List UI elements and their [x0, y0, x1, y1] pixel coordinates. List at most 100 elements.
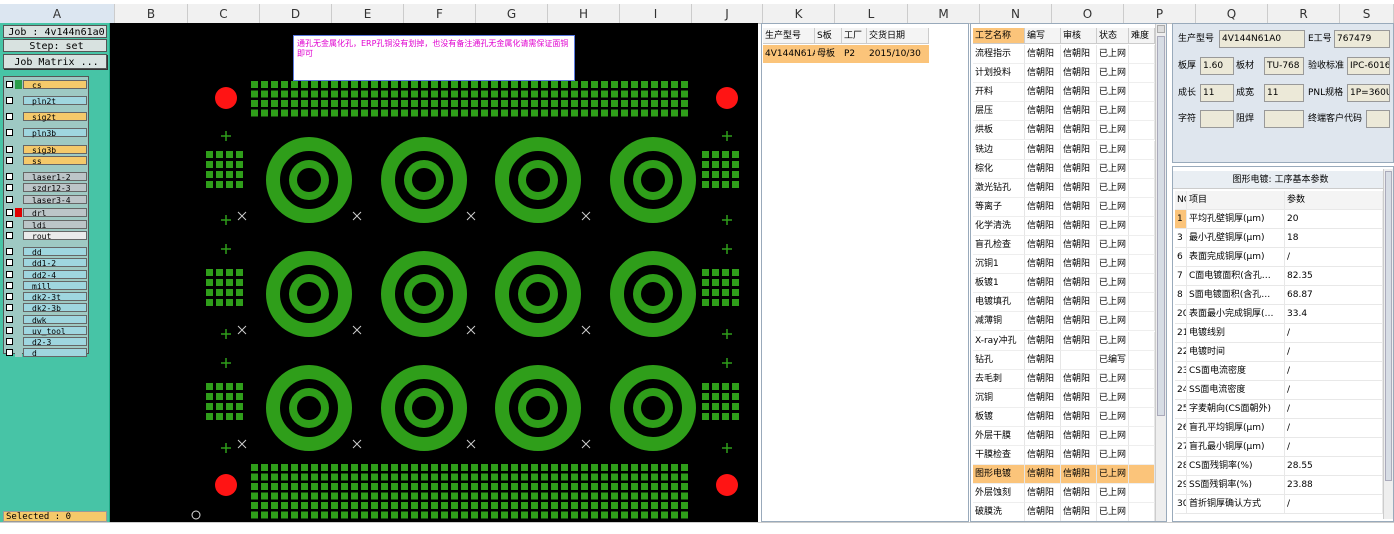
- layer-row[interactable]: dd: [5, 247, 88, 257]
- process-reviewer-cell[interactable]: 信朝阳: [1061, 407, 1097, 427]
- process-status-cell[interactable]: 已上网: [1097, 140, 1129, 160]
- process-reviewer-cell[interactable]: 信朝阳: [1061, 388, 1097, 408]
- column-header-q[interactable]: Q: [1196, 4, 1268, 24]
- param-no-cell[interactable]: 22: [1175, 343, 1187, 362]
- layer-row[interactable]: d: [5, 348, 88, 358]
- process-status-cell[interactable]: 已上网: [1097, 83, 1129, 103]
- param-value-cell[interactable]: /: [1285, 400, 1383, 419]
- column-header-g[interactable]: G: [476, 4, 548, 24]
- process-reviewer-cell[interactable]: 信朝阳: [1061, 140, 1097, 160]
- process-name-cell[interactable]: 板镀: [973, 407, 1025, 427]
- process-name-cell[interactable]: 图形电镀: [973, 465, 1025, 485]
- process-name-cell[interactable]: 计划投料: [973, 64, 1025, 84]
- process-difficulty-cell[interactable]: [1129, 446, 1155, 466]
- process-name-cell[interactable]: 外层干膜: [973, 427, 1025, 446]
- order-cell-date[interactable]: 2015/10/30: [867, 45, 929, 63]
- param-no-cell[interactable]: 8: [1175, 286, 1187, 305]
- layer-checkbox[interactable]: [6, 349, 13, 357]
- info-material-field[interactable]: TU-768: [1264, 57, 1304, 75]
- scroll-thumb[interactable]: [1157, 36, 1165, 416]
- order-cell-model[interactable]: 4V144N61A0: [763, 45, 824, 63]
- param-value-cell[interactable]: /: [1285, 248, 1383, 267]
- process-status-cell[interactable]: 已上网: [1097, 178, 1129, 198]
- process-name-cell[interactable]: 破膜洗: [973, 503, 1025, 521]
- layer-checkbox[interactable]: [6, 173, 13, 180]
- param-item-cell[interactable]: 最小孔壁铜厚(μm): [1187, 229, 1285, 248]
- param-no-cell[interactable]: 30: [1175, 495, 1187, 514]
- process-writer-cell[interactable]: 信朝阳: [1025, 216, 1061, 236]
- process-writer-cell[interactable]: 信朝阳: [1025, 407, 1061, 427]
- layer-checkbox[interactable]: [6, 270, 13, 278]
- layer-checkbox[interactable]: [6, 129, 13, 137]
- process-name-cell[interactable]: 化学清洗: [973, 216, 1025, 236]
- param-value-cell[interactable]: /: [1285, 362, 1383, 381]
- layer-row[interactable]: d2-3: [5, 337, 88, 347]
- param-no-cell[interactable]: 29: [1175, 476, 1187, 495]
- param-value-cell[interactable]: 20: [1285, 210, 1383, 229]
- process-difficulty-cell[interactable]: [1129, 102, 1155, 122]
- layer-checkbox[interactable]: [6, 184, 13, 192]
- process-difficulty-cell[interactable]: [1129, 197, 1155, 217]
- process-difficulty-cell[interactable]: [1129, 427, 1155, 446]
- params-scroll-thumb[interactable]: [1385, 171, 1392, 481]
- process-header-name[interactable]: 工艺名称: [973, 28, 1025, 44]
- column-header-o[interactable]: O: [1052, 4, 1124, 24]
- param-item-cell[interactable]: 表面完成铜厚(μm): [1187, 248, 1285, 267]
- column-header-f[interactable]: F: [404, 4, 476, 24]
- info-pnl-field[interactable]: 1P=360U: [1347, 84, 1390, 102]
- param-no-cell[interactable]: 24: [1175, 381, 1187, 400]
- layer-checkbox[interactable]: [6, 113, 13, 120]
- param-item-cell[interactable]: S面电镀面积(含孔…: [1187, 286, 1285, 305]
- process-difficulty-cell[interactable]: [1129, 45, 1155, 64]
- layer-row[interactable]: laser1-2: [5, 172, 88, 182]
- column-header-e[interactable]: E: [332, 4, 404, 24]
- process-status-cell[interactable]: 已上网: [1097, 274, 1129, 294]
- params-header-item[interactable]: 项目: [1187, 191, 1285, 210]
- process-difficulty-cell[interactable]: [1129, 140, 1155, 160]
- layer-row[interactable]: dk2-3b: [5, 303, 88, 313]
- process-scrollbar[interactable]: [1155, 24, 1166, 521]
- process-status-cell[interactable]: 已编写: [1097, 350, 1129, 370]
- process-difficulty-cell[interactable]: [1129, 255, 1155, 275]
- process-difficulty-cell[interactable]: [1129, 407, 1155, 427]
- process-reviewer-cell[interactable]: 信朝阳: [1061, 446, 1097, 466]
- process-name-cell[interactable]: 钻孔: [973, 350, 1025, 370]
- process-status-cell[interactable]: 已上网: [1097, 407, 1129, 427]
- process-writer-cell[interactable]: 信朝阳: [1025, 484, 1061, 504]
- process-header-reviewer[interactable]: 审核: [1061, 28, 1097, 44]
- process-writer-cell[interactable]: 信朝阳: [1025, 255, 1061, 275]
- layer-row[interactable]: pln3b: [5, 128, 88, 138]
- info-standard-field[interactable]: IPC-6016: [1347, 57, 1390, 75]
- layer-checkbox[interactable]: [6, 220, 13, 228]
- process-difficulty-cell[interactable]: [1129, 331, 1155, 351]
- layer-row[interactable]: sig2t: [5, 112, 88, 122]
- process-writer-cell[interactable]: 信朝阳: [1025, 102, 1061, 122]
- process-difficulty-cell[interactable]: [1129, 465, 1155, 485]
- process-writer-cell[interactable]: 信朝阳: [1025, 64, 1061, 84]
- process-reviewer-cell[interactable]: 信朝阳: [1061, 236, 1097, 255]
- param-value-cell[interactable]: /: [1285, 324, 1383, 343]
- column-header-a[interactable]: A: [0, 4, 115, 24]
- order-header-date[interactable]: 交货日期: [867, 28, 929, 44]
- info-model-field[interactable]: 4V144N61A0: [1219, 30, 1305, 48]
- column-header-c[interactable]: C: [188, 4, 260, 24]
- layer-row[interactable]: dd1-2: [5, 258, 88, 268]
- column-header-k[interactable]: K: [763, 4, 835, 24]
- process-name-cell[interactable]: 棕化: [973, 159, 1025, 179]
- layer-checkbox[interactable]: [6, 281, 13, 289]
- layer-row[interactable]: pln2t: [5, 95, 88, 106]
- layer-checkbox[interactable]: [6, 96, 13, 104]
- process-difficulty-cell[interactable]: [1129, 312, 1155, 332]
- process-status-cell[interactable]: 已上网: [1097, 388, 1129, 408]
- process-status-cell[interactable]: 已上网: [1097, 255, 1129, 275]
- process-reviewer-cell[interactable]: 信朝阳: [1061, 197, 1097, 217]
- process-writer-cell[interactable]: 信朝阳: [1025, 121, 1061, 141]
- process-difficulty-cell[interactable]: [1129, 503, 1155, 521]
- process-reviewer-cell[interactable]: 信朝阳: [1061, 427, 1097, 446]
- process-writer-cell[interactable]: 信朝阳: [1025, 465, 1061, 485]
- info-mask-field[interactable]: [1264, 110, 1304, 128]
- layer-checkbox[interactable]: [6, 326, 13, 334]
- layer-checkbox[interactable]: [6, 231, 13, 239]
- process-name-cell[interactable]: 层压: [973, 102, 1025, 122]
- process-writer-cell[interactable]: 信朝阳: [1025, 45, 1061, 64]
